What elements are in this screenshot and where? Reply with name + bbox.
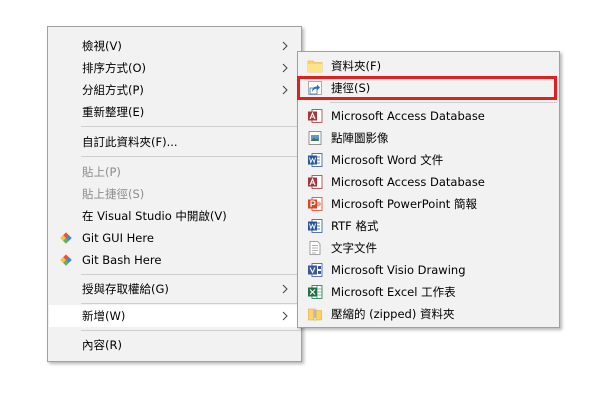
submenu-item-new-excel-worksheet[interactable]: Microsoft Excel 工作表 [299,281,558,303]
word-icon [308,153,323,167]
rtf-icon [308,219,323,233]
visio-icon [308,263,323,277]
desktop-context-menu: 檢視(V) 排序方式(O) 分組方式(P) 重新整理(E) 自訂此資料夾(F).… [47,26,302,362]
menu-item-git-bash[interactable]: Git Bash Here [49,249,300,271]
submenu-item-new-folder[interactable]: 資料夾(F) [299,55,558,77]
submenu-item-new-access-database-2[interactable]: Microsoft Access Database [299,171,558,193]
menu-item-paste[interactable]: 貼上(P) [49,161,300,183]
chevron-right-icon [282,63,288,73]
menu-item-properties[interactable]: 內容(R) [49,334,300,356]
menu-item-refresh[interactable]: 重新整理(E) [49,101,300,123]
menu-separator [330,102,557,103]
git-icon [60,232,72,244]
submenu-item-new-zipped-folder[interactable]: 壓縮的 (zipped) 資料夾 [299,303,558,325]
access-icon [308,175,323,189]
menu-item-new[interactable]: 新增(W) [49,305,300,327]
folder-icon [307,60,323,73]
new-submenu: 資料夾(F) 捷徑(S) Microsoft Access Database 點… [297,51,560,328]
access-icon [308,109,323,123]
menu-item-paste-shortcut[interactable]: 貼上捷徑(S) [49,183,300,205]
chevron-right-icon [282,85,288,95]
bitmap-icon [308,131,322,145]
excel-icon [308,285,323,299]
chevron-right-icon [282,284,288,294]
submenu-item-new-access-database[interactable]: Microsoft Access Database [299,105,558,127]
menu-item-sort-by[interactable]: 排序方式(O) [49,57,300,79]
submenu-item-new-visio-drawing[interactable]: Microsoft Visio Drawing [299,259,558,281]
menu-separator [81,126,299,127]
chevron-right-icon [282,311,288,321]
submenu-item-new-word-document[interactable]: Microsoft Word 文件 [299,149,558,171]
submenu-item-new-rtf[interactable]: RTF 格式 [299,215,558,237]
submenu-item-new-shortcut[interactable]: 捷徑(S) [299,77,558,99]
menu-item-give-access[interactable]: 授與存取權給(G) [49,278,300,300]
menu-item-customize-folder[interactable]: 自訂此資料夾(F)... [49,131,300,153]
shortcut-icon [308,81,322,95]
submenu-item-new-powerpoint[interactable]: Microsoft PowerPoint 簡報 [299,193,558,215]
menu-item-group-by[interactable]: 分組方式(P) [49,79,300,101]
git-icon [60,254,72,266]
menu-separator [81,156,299,157]
text-document-icon [309,241,321,255]
menu-separator [81,303,299,304]
powerpoint-icon [308,197,323,211]
menu-item-git-gui[interactable]: Git GUI Here [49,227,300,249]
menu-separator [81,274,299,275]
submenu-item-new-text-document[interactable]: 文字文件 [299,237,558,259]
zip-folder-icon [308,308,322,321]
menu-item-view[interactable]: 檢視(V) [49,35,300,57]
chevron-right-icon [282,41,288,51]
submenu-item-new-bitmap[interactable]: 點陣圖影像 [299,127,558,149]
menu-item-open-in-visual-studio[interactable]: 在 Visual Studio 中開啟(V) [49,205,300,227]
menu-separator [81,330,299,331]
